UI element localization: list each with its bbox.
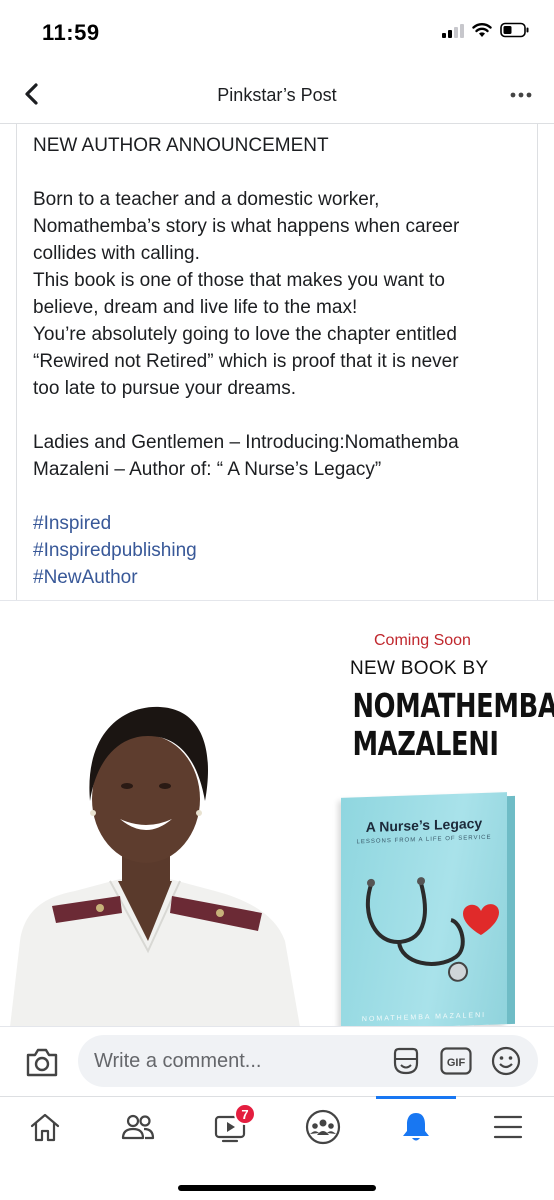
book-author: NOMATHEMBA MAZALENI xyxy=(361,1011,487,1024)
author-name-line: MAZALENI xyxy=(352,724,499,763)
home-icon xyxy=(30,1113,60,1142)
post-image[interactable]: Coming Soon NEW BOOK BY NOMATHEMBA MAZAL… xyxy=(0,600,554,1026)
friends-icon xyxy=(121,1114,155,1140)
emoji-icon[interactable] xyxy=(490,1045,522,1077)
gif-label: GIF xyxy=(447,1057,466,1069)
wifi-icon xyxy=(472,23,492,37)
groups-icon xyxy=(305,1109,341,1145)
page-title: Pinkstar’s Post xyxy=(217,85,337,105)
post-line: collides with calling. xyxy=(33,243,200,264)
tab-friends[interactable] xyxy=(98,1097,178,1157)
post-body: NEW AUTHOR ANNOUNCEMENT Born to a teache… xyxy=(33,132,523,591)
hashtag-link[interactable]: #Inspiredpublishing xyxy=(33,537,523,564)
gif-icon[interactable]: GIF xyxy=(440,1047,472,1075)
post-line: You’re absolutely going to love the chap… xyxy=(33,324,457,345)
tab-bar: 7 xyxy=(0,1096,554,1200)
tab-notifications[interactable] xyxy=(376,1096,456,1157)
comment-bar: GIF xyxy=(0,1026,554,1096)
post-line: Nomathemba’s story is what happens when … xyxy=(33,216,460,237)
book-title: A Nurse’s Legacy xyxy=(365,814,483,836)
home-indicator xyxy=(178,1185,376,1191)
book-cover: A Nurse’s Legacy LESSONS FROM A LIFE OF … xyxy=(341,792,515,1026)
author-name-line: NOMATHEMBA xyxy=(352,686,554,725)
notification-badge: 7 xyxy=(234,1103,256,1125)
post-line: This book is one of those that makes you… xyxy=(33,270,445,291)
tab-watch[interactable]: 7 xyxy=(190,1097,270,1157)
book-spine xyxy=(507,795,515,1025)
author-name-heading: NOMATHEMBA MAZALENI xyxy=(352,686,554,763)
tab-home[interactable] xyxy=(5,1097,85,1157)
author-photo xyxy=(10,706,300,1026)
coming-soon-label: Coming Soon xyxy=(374,632,471,649)
sticker-icon[interactable] xyxy=(390,1045,422,1077)
camera-icon[interactable] xyxy=(24,1045,60,1079)
post-line: “Rewired not Retired” which is proof tha… xyxy=(33,351,459,372)
book-subtitle: LESSONS FROM A LIFE OF SERVICE xyxy=(356,834,492,846)
hashtag-link[interactable]: #NewAuthor xyxy=(33,564,523,591)
post-intro-line: Ladies and Gentlemen – Introducing:Nomat… xyxy=(33,432,459,453)
menu-icon xyxy=(493,1115,523,1139)
hashtag-link[interactable]: #Inspired xyxy=(33,510,523,537)
tab-menu[interactable] xyxy=(468,1097,548,1157)
more-options-icon[interactable] xyxy=(508,82,534,108)
tab-groups[interactable] xyxy=(283,1097,363,1157)
post-line: Born to a teacher and a domestic worker, xyxy=(33,189,380,210)
post-card: NEW AUTHOR ANNOUNCEMENT Born to a teache… xyxy=(16,124,538,600)
new-book-by-label: NEW BOOK BY xyxy=(350,658,489,679)
post-line: too late to pursue your dreams. xyxy=(33,378,296,399)
status-icons xyxy=(442,22,530,38)
cellular-signal-icon xyxy=(442,22,464,38)
status-bar: 11:59 xyxy=(0,0,554,66)
post-intro-line: Mazaleni – Author of: “ A Nurse’s Legacy… xyxy=(33,459,382,480)
status-time: 11:59 xyxy=(42,20,100,45)
stethoscope-heart-icon xyxy=(365,877,499,982)
post-header: Pinkstar’s Post xyxy=(0,66,554,124)
post-heading: NEW AUTHOR ANNOUNCEMENT xyxy=(33,135,329,156)
battery-icon xyxy=(500,22,529,38)
bell-icon xyxy=(403,1113,429,1141)
post-line: believe, dream and live life to the max! xyxy=(33,297,358,318)
